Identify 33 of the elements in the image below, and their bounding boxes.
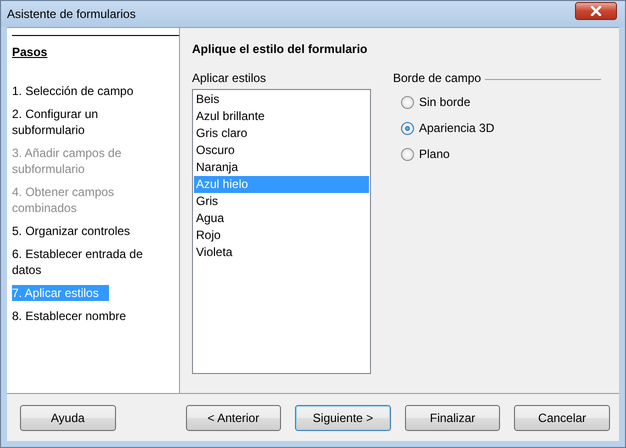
close-icon xyxy=(590,6,602,16)
style-item[interactable]: Rojo xyxy=(194,227,369,244)
radio-button[interactable] xyxy=(401,96,414,108)
style-item[interactable]: Gris xyxy=(194,193,369,210)
style-item[interactable]: Oscuro xyxy=(194,142,369,159)
dialog-button[interactable]: Ayuda xyxy=(20,404,116,430)
radio-button[interactable] xyxy=(401,148,414,160)
steps-heading: Pasos xyxy=(12,35,179,75)
radio-label[interactable]: Apariencia 3D xyxy=(419,121,494,135)
dialog-button[interactable]: Finalizar xyxy=(404,404,500,430)
window-title: Asistente de formularios xyxy=(7,7,136,21)
dialog-button[interactable]: Cancelar xyxy=(514,404,610,430)
style-item[interactable]: Beis xyxy=(194,91,369,108)
border-group-label: Borde de campo xyxy=(393,70,482,86)
style-item[interactable]: Naranja xyxy=(194,159,369,176)
step-item[interactable]: 1. Selección de campo xyxy=(12,83,144,99)
styles-list[interactable]: Beis Azul brillante Gris claro Oscuro Naranja Azul hielo Gris Agua Rojo Violeta xyxy=(192,89,371,374)
radio-label[interactable]: Sin borde xyxy=(419,95,470,109)
radio-label[interactable]: Plano xyxy=(419,147,450,161)
step-item[interactable]: 6. Establecer entrada de datos xyxy=(12,246,179,278)
dialog-button[interactable]: Siguiente > xyxy=(295,404,391,430)
page-heading: Aplique el estilo del formulario xyxy=(192,42,368,58)
styles-label: Aplicar estilos xyxy=(192,70,268,86)
style-item[interactable]: Violeta xyxy=(194,244,369,261)
step-item[interactable]: 5. Organizar controles xyxy=(12,223,140,239)
dialog-button[interactable]: < Anterior xyxy=(186,404,282,430)
step-item[interactable]: 8. Establecer nombre xyxy=(12,308,136,324)
style-item[interactable]: Azul brillante xyxy=(194,108,369,125)
radio-button[interactable] xyxy=(401,122,414,134)
close-button[interactable] xyxy=(575,2,617,20)
style-item[interactable]: Gris claro xyxy=(194,125,369,142)
style-item[interactable]: Agua xyxy=(194,210,369,227)
step-item[interactable]: 2. Configurar un subformulario xyxy=(12,106,179,138)
